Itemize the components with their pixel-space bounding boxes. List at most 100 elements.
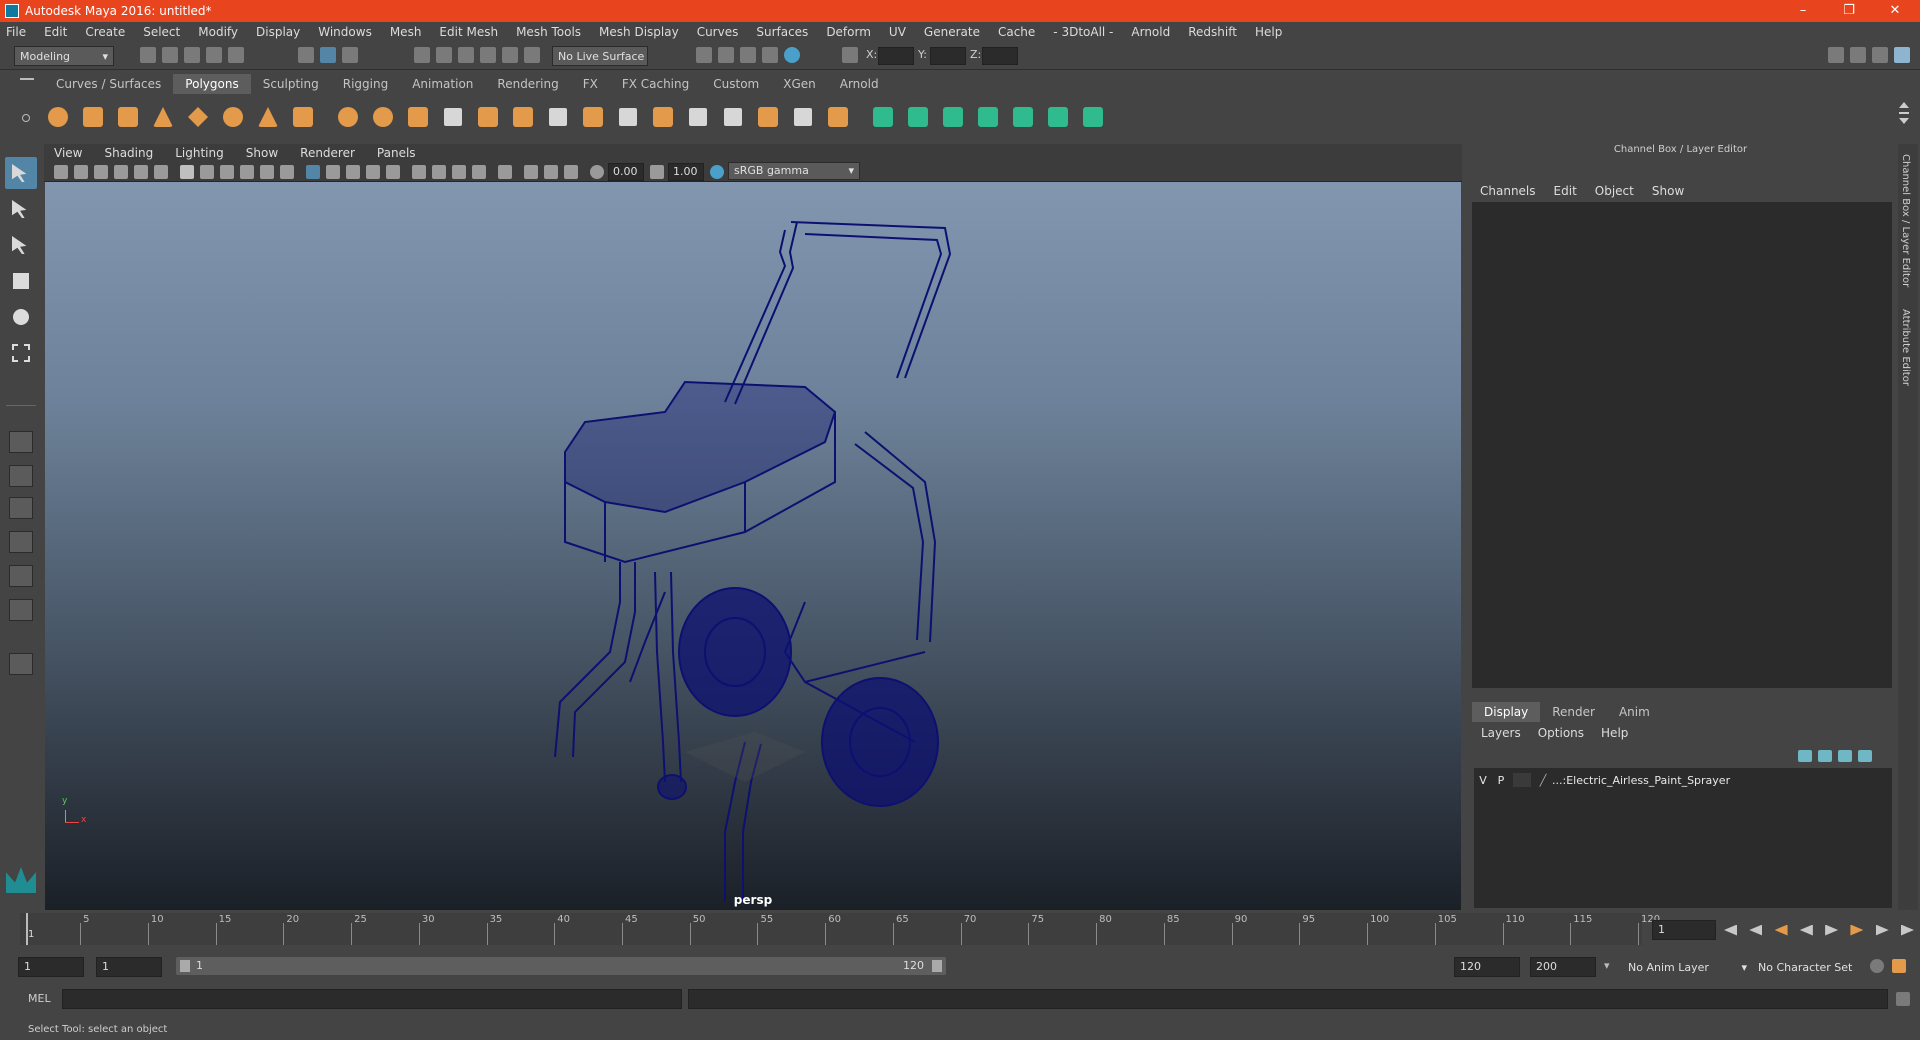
shelf-scroll-icon[interactable] <box>1898 100 1910 132</box>
channels-menu[interactable]: Channels <box>1480 184 1536 198</box>
move-layer-up-icon[interactable] <box>1798 749 1812 762</box>
tool-settings-icon[interactable] <box>1872 47 1888 63</box>
select-component-icon[interactable] <box>342 47 358 63</box>
extrude-icon[interactable] <box>474 103 502 131</box>
grease-pencil-icon[interactable] <box>154 165 168 179</box>
field-chart-icon[interactable] <box>260 165 274 179</box>
move-layer-down-icon[interactable] <box>1818 749 1832 762</box>
planar-uv-icon[interactable] <box>869 103 897 131</box>
render-frame-icon[interactable] <box>718 47 734 63</box>
menu-display[interactable]: Display <box>256 25 300 39</box>
hypershade-icon[interactable] <box>784 47 800 63</box>
layer-color-icon[interactable]: ╱ <box>1534 774 1552 787</box>
menu-file[interactable]: File <box>6 25 26 39</box>
modeling-toolkit-icon[interactable] <box>1828 47 1844 63</box>
tab-anim[interactable]: Anim <box>1607 702 1662 722</box>
grid-icon[interactable] <box>180 165 194 179</box>
film-gate-icon[interactable] <box>200 165 214 179</box>
go-to-start-icon[interactable] <box>1724 924 1737 936</box>
exposure-input[interactable]: 0.00 <box>608 163 644 181</box>
menu-select[interactable]: Select <box>143 25 180 39</box>
cut-uv-icon[interactable] <box>1079 103 1107 131</box>
layer-row[interactable]: V P ╱ ...:Electric_Airless_Paint_Sprayer <box>1474 770 1892 790</box>
menu-create[interactable]: Create <box>85 25 125 39</box>
multi-cut-icon[interactable] <box>544 103 572 131</box>
camera-select-icon[interactable] <box>54 165 68 179</box>
new-layer-selected-icon[interactable] <box>1858 749 1872 762</box>
poly-cube-icon[interactable] <box>79 103 107 131</box>
poly-sphere-icon[interactable] <box>44 103 72 131</box>
wireframe-on-shaded-icon[interactable] <box>346 165 360 179</box>
motion-blur-icon[interactable] <box>452 165 466 179</box>
redo-icon[interactable] <box>228 47 244 63</box>
select-hierarchy-icon[interactable] <box>298 47 314 63</box>
side-tab-attribute-editor[interactable]: Attribute Editor <box>1900 309 1911 386</box>
poly-pyramid-icon[interactable] <box>254 103 282 131</box>
step-forward-key-icon[interactable] <box>1875 924 1889 936</box>
isolate-select-icon[interactable] <box>498 165 512 179</box>
safe-action-icon[interactable] <box>280 165 294 179</box>
xray-icon[interactable] <box>524 165 538 179</box>
shelf-settings-icon[interactable] <box>22 114 30 122</box>
shelf-tab-curves-surfaces[interactable]: Curves / Surfaces <box>44 74 173 94</box>
play-backward-icon[interactable] <box>1799 924 1813 936</box>
live-surface-field[interactable]: No Live Surface <box>552 46 648 66</box>
poly-pipe-icon[interactable] <box>289 103 317 131</box>
object-menu[interactable]: Object <box>1595 184 1634 198</box>
smooth-shade-icon[interactable] <box>326 165 340 179</box>
attribute-editor-toggle-icon[interactable] <box>1850 47 1866 63</box>
layers-menu[interactable]: Layers <box>1481 726 1521 740</box>
go-to-end-icon[interactable] <box>1900 924 1914 936</box>
poly-cone-icon[interactable] <box>149 103 177 131</box>
shelf-tab-sculpting[interactable]: Sculpting <box>251 74 331 94</box>
exposure-icon[interactable] <box>590 165 604 179</box>
step-back-frame-icon[interactable] <box>1774 924 1788 936</box>
xray-joints-icon[interactable] <box>544 165 558 179</box>
paint-select-tool-button[interactable] <box>5 229 37 261</box>
edit-menu[interactable]: Edit <box>1554 184 1577 198</box>
current-frame-input[interactable]: 1 <box>1652 920 1716 940</box>
cylindrical-uv-icon[interactable] <box>904 103 932 131</box>
fill-hole-icon[interactable] <box>649 103 677 131</box>
play-forward-icon[interactable] <box>1825 924 1839 936</box>
viewport-menu-renderer[interactable]: Renderer <box>300 146 355 160</box>
poly-torus-icon[interactable] <box>219 103 247 131</box>
menu-3dtoall[interactable]: - 3DtoAll - <box>1053 25 1113 39</box>
viewport-menu-show[interactable]: Show <box>246 146 278 160</box>
tab-display[interactable]: Display <box>1472 702 1541 722</box>
single-perspective-layout-button[interactable] <box>9 431 33 453</box>
mel-command-input[interactable] <box>62 989 682 1009</box>
menu-redshift[interactable]: Redshift <box>1188 25 1237 39</box>
chevron-down-icon[interactable]: ▾ <box>1604 959 1610 972</box>
ipr-render-icon[interactable] <box>740 47 756 63</box>
z-input[interactable] <box>982 47 1018 65</box>
save-scene-icon[interactable] <box>184 47 200 63</box>
shelf-tab-xgen[interactable]: XGen <box>771 74 828 94</box>
lasso-tool-button[interactable] <box>5 193 37 225</box>
menu-generate[interactable]: Generate <box>924 25 980 39</box>
x-input[interactable] <box>878 47 914 65</box>
options-menu[interactable]: Options <box>1538 726 1584 740</box>
resolution-gate-icon[interactable] <box>220 165 234 179</box>
target-weld-icon[interactable] <box>614 103 642 131</box>
channel-list[interactable] <box>1472 202 1892 688</box>
menu-cache[interactable]: Cache <box>998 25 1035 39</box>
poke-face-icon[interactable] <box>824 103 852 131</box>
menu-modify[interactable]: Modify <box>198 25 238 39</box>
camera-attributes-icon[interactable] <box>74 165 88 179</box>
mirror-icon[interactable] <box>439 103 467 131</box>
y-input[interactable] <box>930 47 966 65</box>
checker-map-icon[interactable] <box>1044 103 1072 131</box>
snap-point-icon[interactable] <box>458 47 474 63</box>
menu-mesh-tools[interactable]: Mesh Tools <box>516 25 581 39</box>
poly-plane-icon[interactable] <box>184 103 212 131</box>
shelf-menu-icon[interactable] <box>20 78 34 80</box>
step-forward-frame-icon[interactable] <box>1850 924 1864 936</box>
menu-help[interactable]: Help <box>1255 25 1282 39</box>
transform-mode-icon[interactable] <box>842 47 858 63</box>
open-scene-icon[interactable] <box>162 47 178 63</box>
step-back-key-icon[interactable] <box>1749 924 1763 936</box>
restore-button[interactable]: ❐ <box>1826 0 1872 22</box>
new-layer-icon[interactable] <box>1838 749 1852 762</box>
viewport-menu-shading[interactable]: Shading <box>104 146 153 160</box>
